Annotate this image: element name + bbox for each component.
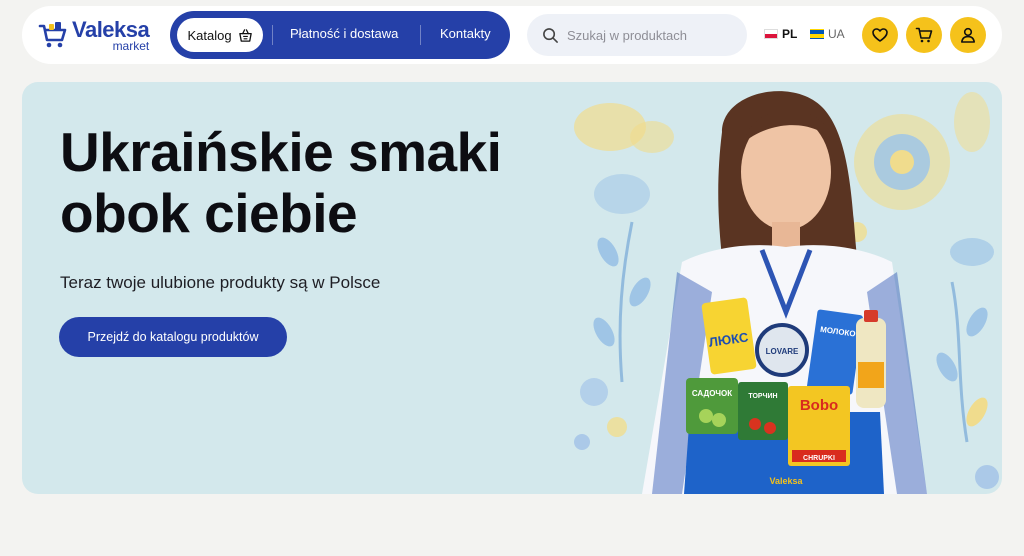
account-button[interactable]: [950, 17, 986, 53]
cart-button[interactable]: [906, 17, 942, 53]
cart-logo-icon: [38, 22, 67, 48]
catalog-cta-button[interactable]: Przejdź do katalogu produktów: [59, 317, 287, 357]
product-bottle: [856, 310, 886, 408]
flag-pl-icon: [764, 29, 778, 39]
search-input[interactable]: [567, 27, 737, 43]
product-torchin: ТОРЧИН: [738, 382, 788, 440]
hero-title-line-2: obok ciebie: [60, 182, 358, 244]
hero-banner: Valeksa ЛЮКС LOVARE МОЛОКО САДОЧОК ТОРЧИ…: [22, 82, 1002, 494]
catalog-label: Katalog: [187, 27, 232, 43]
basket-grid-icon: [238, 28, 252, 42]
hero-title-line-1: Ukraińskie smaki: [60, 121, 502, 183]
site-header: Valeksa market Katalog Płatność i dostaw…: [22, 6, 1002, 64]
bag-logo-text: Valeksa: [769, 476, 803, 486]
nav-link-contacts[interactable]: Kontakty: [440, 26, 491, 41]
main-nav: Katalog Płatność i dostawa Kontakty: [170, 11, 510, 59]
svg-text:CHRUPKI: CHRUPKI: [803, 455, 835, 462]
svg-text:Bobo: Bobo: [800, 397, 838, 414]
product-lovare: LOVARE: [755, 323, 809, 377]
language-ua[interactable]: UA: [810, 27, 845, 41]
logo[interactable]: Valeksa market: [38, 15, 160, 55]
search-bar: [527, 14, 747, 56]
wishlist-button[interactable]: [862, 17, 898, 53]
nav-divider: [420, 25, 421, 45]
catalog-button[interactable]: Katalog: [177, 18, 263, 52]
nav-link-payment[interactable]: Płatność i dostawa: [290, 26, 398, 41]
flag-ua-icon: [810, 29, 824, 39]
heart-icon: [872, 28, 888, 42]
hero-subtitle: Teraz twoje ulubione produkty są w Polsc…: [60, 273, 381, 292]
language-pl-label: PL: [782, 27, 798, 41]
product-bobo: Bobo CHRUPKI: [788, 386, 850, 466]
hero-title: Ukraińskie smaki obok ciebie: [60, 122, 600, 244]
language-pl[interactable]: PL: [764, 27, 797, 41]
user-icon: [961, 27, 975, 43]
svg-text:LOVARE: LOVARE: [766, 347, 799, 356]
product-sadochok: САДОЧОК: [686, 378, 738, 434]
logo-name: Valeksa: [72, 16, 150, 42]
cart-icon: [915, 27, 933, 43]
search-icon: [543, 27, 558, 43]
svg-text:САДОЧОК: САДОЧОК: [692, 389, 732, 398]
language-ua-label: UA: [828, 27, 845, 41]
svg-text:ТОРЧИН: ТОРЧИН: [748, 393, 777, 400]
nav-divider: [272, 25, 273, 45]
